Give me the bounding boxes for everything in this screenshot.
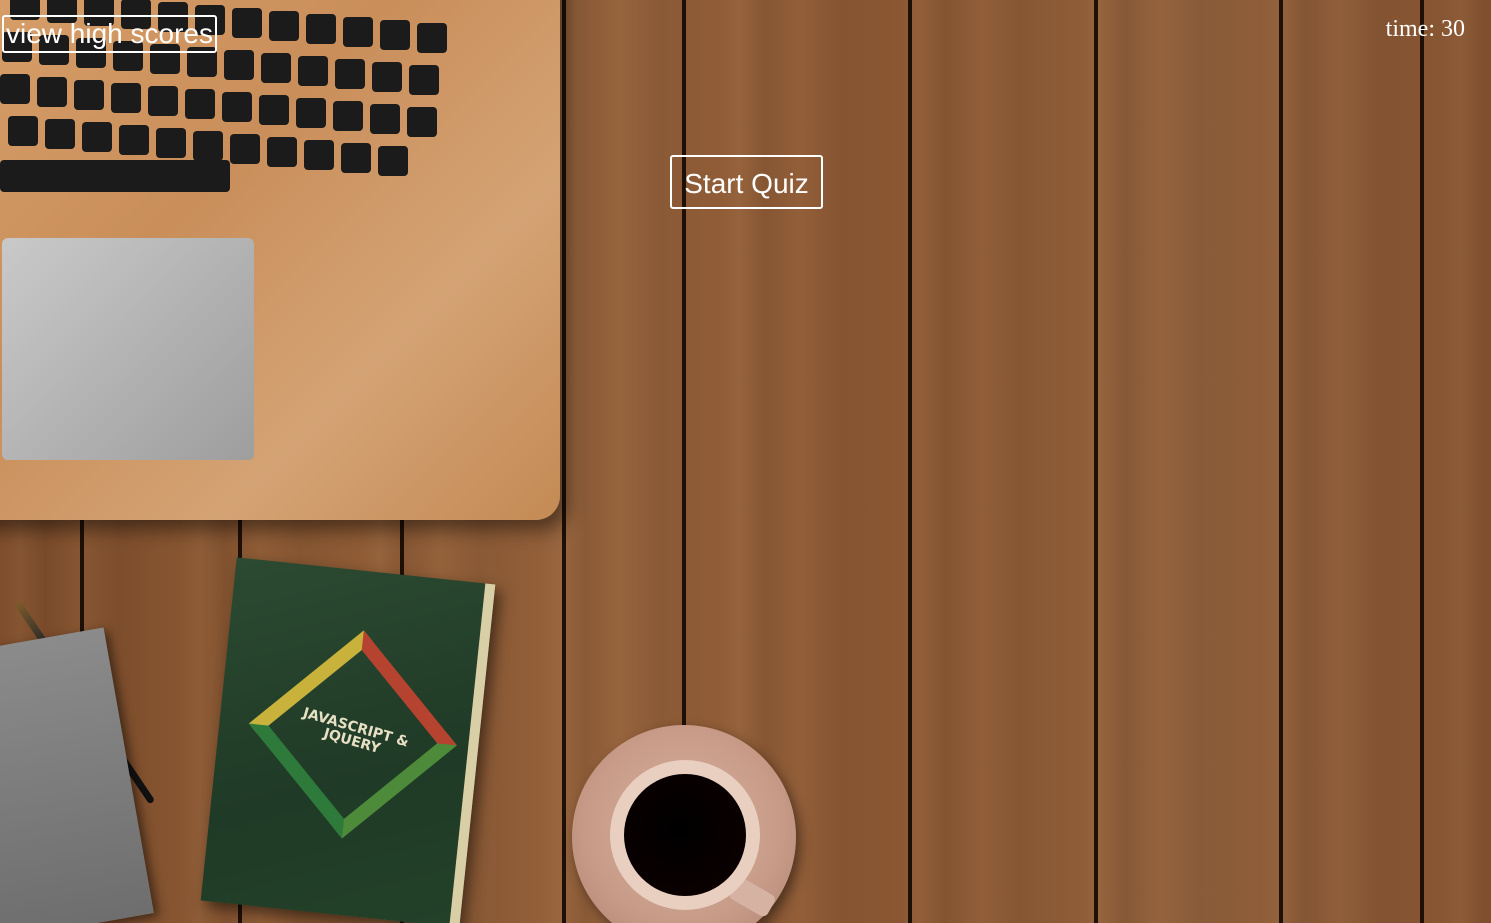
keyboard-key: [304, 140, 334, 170]
view-high-scores-button[interactable]: view high scores: [2, 15, 217, 53]
keyboard-key: [335, 59, 365, 89]
keyboard-key: [417, 23, 447, 53]
keyboard-key: [230, 134, 260, 164]
keyboard-key: [185, 89, 215, 119]
keyboard-key: [306, 14, 336, 44]
keyboard-key: [378, 146, 408, 176]
keyboard-key: [343, 17, 373, 47]
keyboard-key: [341, 143, 371, 173]
keyboard-key: [82, 122, 112, 152]
keyboard-key: [8, 116, 38, 146]
trackpad-image: [2, 238, 254, 460]
timer: time: 30: [1386, 14, 1465, 44]
keyboard-key: [333, 101, 363, 131]
keyboard-key: [222, 92, 252, 122]
keyboard-key: [407, 107, 437, 137]
keyboard-key: [148, 86, 178, 116]
keyboard-key: [267, 137, 297, 167]
coffee-image: [624, 774, 746, 896]
keyboard-key: [224, 50, 254, 80]
keyboard-key: [269, 11, 299, 41]
keyboard-key: [298, 56, 328, 86]
book-image: JAVASCRIPT & JQUERY: [200, 557, 496, 923]
keyboard-key: [370, 104, 400, 134]
keyboard-key: [232, 8, 262, 38]
keyboard-key: [119, 125, 149, 155]
keyboard-key: [261, 53, 291, 83]
keyboard-key: [380, 20, 410, 50]
keyboard-key: [111, 83, 141, 113]
plank-seam: [1420, 0, 1424, 923]
keyboard-key: [156, 128, 186, 158]
keyboard-key: [45, 119, 75, 149]
plank-seam: [1279, 0, 1283, 923]
keyboard-key: [372, 62, 402, 92]
keyboard-key: [0, 74, 30, 104]
keyboard-key: [296, 98, 326, 128]
keyboard-key: [74, 80, 104, 110]
keyboard-key: [409, 65, 439, 95]
plank-seam: [562, 0, 566, 923]
keyboard-key: [259, 95, 289, 125]
keyboard-key: [193, 131, 223, 161]
timer-value: 30: [1441, 16, 1465, 42]
keyboard-key: [37, 77, 67, 107]
start-quiz-button[interactable]: Start Quiz: [670, 155, 823, 209]
plank-seam: [908, 0, 912, 923]
timer-label: time:: [1385, 16, 1435, 42]
laptop-image: [0, 0, 560, 520]
plank-seam: [1094, 0, 1098, 923]
keyboard-spacebar: [0, 160, 230, 192]
